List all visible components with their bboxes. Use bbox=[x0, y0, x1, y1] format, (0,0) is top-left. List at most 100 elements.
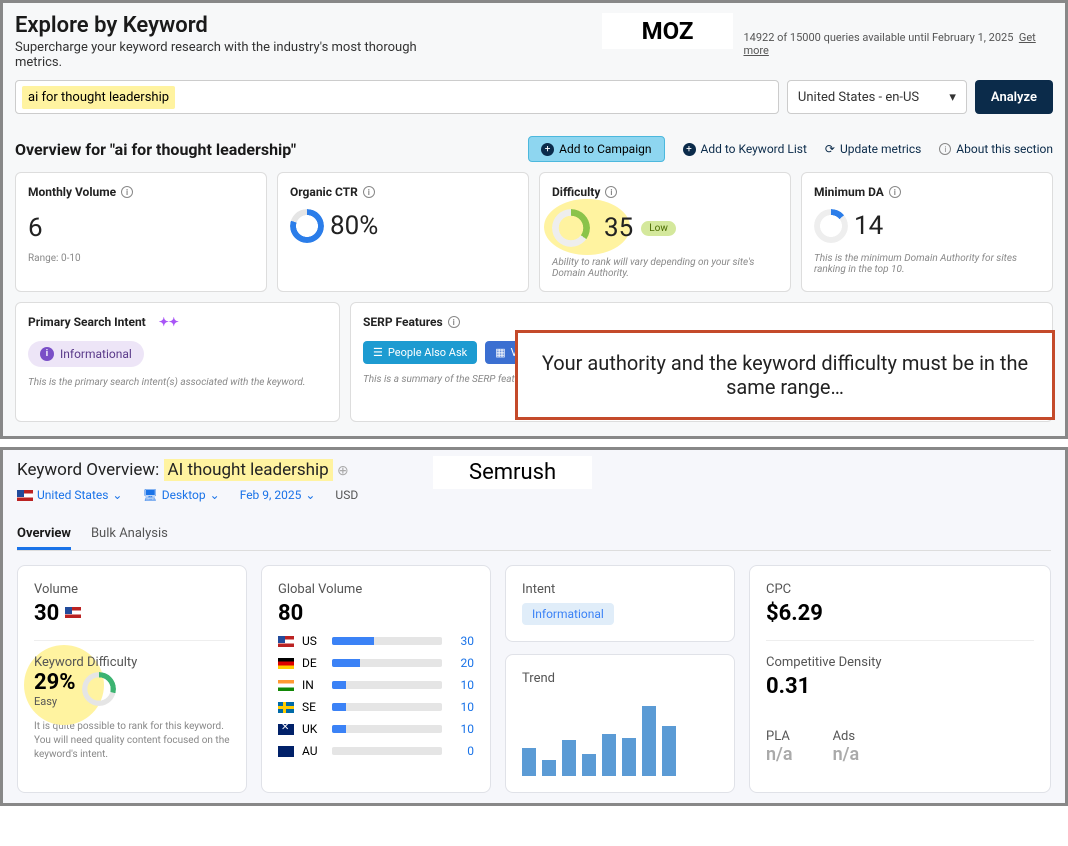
device-filter[interactable]: 🖥Desktop ⌄ bbox=[142, 488, 219, 502]
global-volume-row: IN 10 bbox=[278, 678, 474, 692]
info-icon[interactable]: i bbox=[605, 186, 617, 198]
info-icon[interactable]: i bbox=[889, 186, 901, 198]
volume-kd-card: Volume 30 Keyword Difficulty 29% Easy It… bbox=[17, 565, 247, 793]
trend-bar bbox=[582, 754, 596, 776]
chevron-down-icon: ▾ bbox=[949, 90, 956, 105]
intent-pill: iInformational bbox=[28, 341, 144, 367]
global-volume-value: 80 bbox=[278, 601, 474, 626]
semrush-keyword-highlight: AI thought leadership bbox=[164, 459, 333, 481]
global-volume-row: UK 10 bbox=[278, 722, 474, 736]
intent-card: Intent Informational bbox=[505, 565, 735, 642]
global-volume-row: SE 10 bbox=[278, 700, 474, 714]
analyze-button[interactable]: Analyze bbox=[975, 80, 1053, 114]
add-to-keyword-list-button[interactable]: +Add to Keyword List bbox=[683, 142, 807, 156]
quota-text: 14922 of 15000 queries available until F… bbox=[743, 31, 1053, 57]
cpc-value: $6.29 bbox=[766, 601, 1034, 626]
country-code: SE bbox=[302, 700, 324, 714]
tab-bulk-analysis[interactable]: Bulk Analysis bbox=[91, 520, 168, 550]
add-icon[interactable]: ⊕ bbox=[337, 463, 349, 479]
flag-icon bbox=[278, 746, 294, 757]
trend-bar bbox=[622, 738, 636, 776]
country-volume-link[interactable]: 20 bbox=[450, 656, 474, 670]
volume-value: 6 bbox=[28, 213, 254, 243]
country-volume-link[interactable]: 10 bbox=[450, 678, 474, 692]
kd-value: 29% bbox=[34, 670, 76, 695]
country-volume-link[interactable]: 30 bbox=[450, 634, 474, 648]
volume-value: 30 bbox=[34, 601, 230, 626]
trend-bar bbox=[562, 740, 576, 776]
ctr-donut-icon bbox=[290, 209, 324, 243]
country-volume-link[interactable]: 10 bbox=[450, 700, 474, 714]
kd-easy-label: Easy bbox=[34, 695, 76, 708]
info-icon[interactable]: i bbox=[121, 186, 133, 198]
flag-icon bbox=[278, 680, 294, 691]
trend-bar bbox=[542, 760, 556, 776]
moz-brand-label: MOZ bbox=[602, 13, 734, 49]
flag-icon bbox=[278, 702, 294, 713]
minda-donut-icon bbox=[814, 209, 848, 243]
global-volume-row: AU0 bbox=[278, 744, 474, 758]
annotation-callout: Your authority and the keyword difficult… bbox=[515, 330, 1055, 420]
about-section-button[interactable]: iAbout this section bbox=[939, 142, 1053, 156]
min-da-card: Minimum DAi 14 This is the minimum Domai… bbox=[801, 172, 1053, 292]
volume-range: Range: 0-10 bbox=[28, 253, 254, 264]
desktop-icon: 🖥 bbox=[142, 488, 157, 502]
info-icon[interactable]: i bbox=[448, 316, 460, 328]
country-code: DE bbox=[302, 656, 324, 670]
semrush-brand-label: Semrush bbox=[433, 456, 592, 489]
country-volume-link[interactable]: 10 bbox=[450, 722, 474, 736]
pla-value: n/a bbox=[766, 744, 793, 765]
country-code: UK bbox=[302, 722, 324, 736]
moz-panel: Explore by Keyword Supercharge your keyw… bbox=[0, 0, 1068, 439]
flag-icon bbox=[278, 658, 294, 669]
chevron-down-icon: ⌄ bbox=[112, 488, 122, 502]
minda-note: This is the minimum Domain Authority for… bbox=[814, 253, 1040, 275]
country-volume-link[interactable]: 0 bbox=[450, 744, 474, 758]
trend-bar bbox=[602, 734, 616, 776]
date-filter[interactable]: Feb 9, 2025 ⌄ bbox=[240, 488, 316, 502]
intent-badge: Informational bbox=[522, 603, 614, 625]
ads-value: n/a bbox=[833, 744, 860, 765]
global-volume-row: US30 bbox=[278, 634, 474, 648]
add-to-campaign-button[interactable]: +Add to Campaign bbox=[528, 136, 664, 162]
semrush-panel: Keyword Overview: AI thought leadership … bbox=[0, 447, 1068, 806]
monthly-volume-card: Monthly Volumei 6 Range: 0-10 bbox=[15, 172, 267, 292]
flag-icon bbox=[278, 724, 294, 735]
chevron-down-icon: ⌄ bbox=[305, 488, 315, 502]
global-volume-label: Global Volume bbox=[278, 582, 474, 597]
trend-bar bbox=[662, 726, 676, 776]
update-metrics-button[interactable]: ⟳Update metrics bbox=[825, 142, 921, 156]
global-volume-card: Global Volume 80 US30 DE 20 IN 10 SE 10 UK 10 AU0 bbox=[261, 565, 491, 793]
flag-icon bbox=[278, 636, 294, 647]
currency-label: USD bbox=[335, 488, 358, 502]
serp-pill-paa[interactable]: ☰ People Also Ask bbox=[363, 341, 477, 364]
cpc-label: CPC bbox=[766, 582, 1034, 597]
trend-bar bbox=[522, 748, 536, 776]
info-icon[interactable]: i bbox=[363, 186, 375, 198]
kd-label: Keyword Difficulty bbox=[34, 655, 230, 670]
global-volume-row: DE 20 bbox=[278, 656, 474, 670]
info-badge-icon: i bbox=[40, 347, 54, 361]
moz-title: Explore by Keyword bbox=[15, 13, 452, 38]
country-filter[interactable]: United States ⌄ bbox=[17, 488, 122, 502]
locale-select[interactable]: United States - en-US▾ bbox=[787, 80, 967, 114]
sparkle-icon: ✦✦ bbox=[159, 315, 179, 329]
country-code: IN bbox=[302, 678, 324, 692]
pla-label: PLA bbox=[766, 729, 793, 744]
trend-chart bbox=[522, 706, 718, 776]
density-value: 0.31 bbox=[766, 674, 1034, 699]
keyword-search-input[interactable]: ai for thought leadership bbox=[15, 80, 779, 114]
difficulty-note: Ability to rank will vary depending on y… bbox=[552, 257, 778, 279]
minda-value: 14 bbox=[854, 211, 883, 241]
trend-bar bbox=[642, 706, 656, 776]
refresh-icon: ⟳ bbox=[825, 142, 835, 156]
tab-overview[interactable]: Overview bbox=[17, 520, 71, 550]
moz-subtitle: Supercharge your keyword research with t… bbox=[15, 40, 452, 70]
kd-note: It is quite possible to rank for this ke… bbox=[34, 720, 230, 762]
overview-title: Overview for "ai for thought leadership" bbox=[15, 140, 296, 159]
flag-us-icon bbox=[65, 607, 81, 618]
difficulty-donut-icon bbox=[552, 209, 590, 247]
info-icon: i bbox=[939, 143, 951, 155]
volume-label: Volume bbox=[34, 582, 230, 597]
search-value-highlight: ai for thought leadership bbox=[22, 86, 175, 109]
